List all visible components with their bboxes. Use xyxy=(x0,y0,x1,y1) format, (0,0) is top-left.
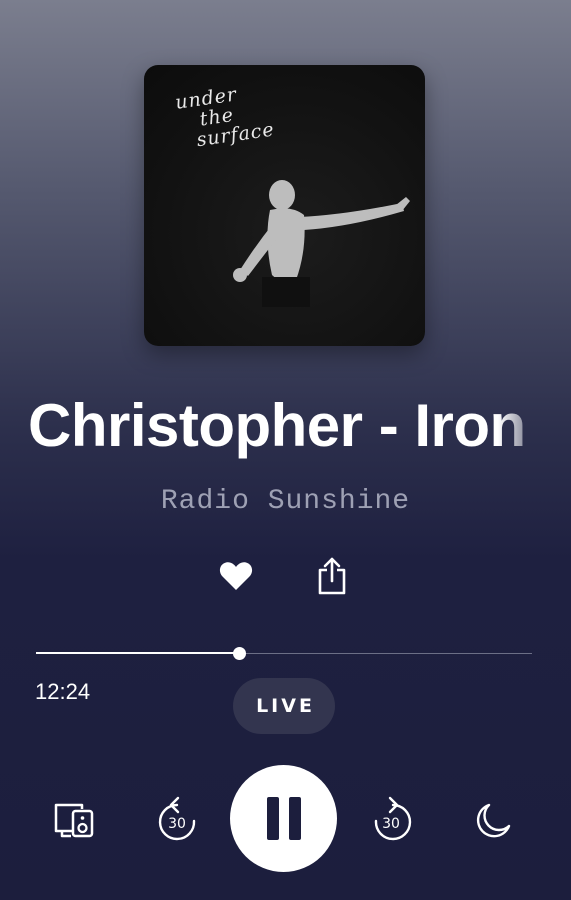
track-title-container: Christopher - Iron xyxy=(0,388,571,468)
rewind-seconds: 30 xyxy=(168,816,186,832)
share-button[interactable] xyxy=(310,552,354,600)
forward-30-button[interactable]: 30 xyxy=(368,795,414,845)
sleep-timer-button[interactable] xyxy=(470,800,514,842)
speaker-devices-icon xyxy=(54,803,94,838)
album-artwork: under the surface xyxy=(144,65,425,346)
share-icon xyxy=(318,557,346,595)
pause-button[interactable] xyxy=(230,765,337,872)
rewind-30-button[interactable]: 30 xyxy=(154,795,200,845)
progress-slider[interactable] xyxy=(36,646,532,662)
live-button[interactable]: LIVE xyxy=(233,678,335,734)
forward-seconds: 30 xyxy=(382,816,400,832)
progress-thumb[interactable] xyxy=(233,647,247,660)
track-title: Christopher - Iron xyxy=(28,392,526,459)
rewind-30-icon: 30 xyxy=(158,796,196,841)
elapsed-time: 12:24 xyxy=(35,679,91,704)
moon-icon xyxy=(476,803,511,838)
favorite-button[interactable] xyxy=(214,554,258,598)
pause-icon xyxy=(266,797,279,840)
forward-30-icon: 30 xyxy=(374,796,412,841)
devices-button[interactable] xyxy=(50,798,98,842)
heart-icon xyxy=(219,562,253,590)
pause-icon xyxy=(288,797,301,840)
progress-fill xyxy=(36,652,240,654)
station-name[interactable]: Radio Sunshine xyxy=(0,486,571,517)
